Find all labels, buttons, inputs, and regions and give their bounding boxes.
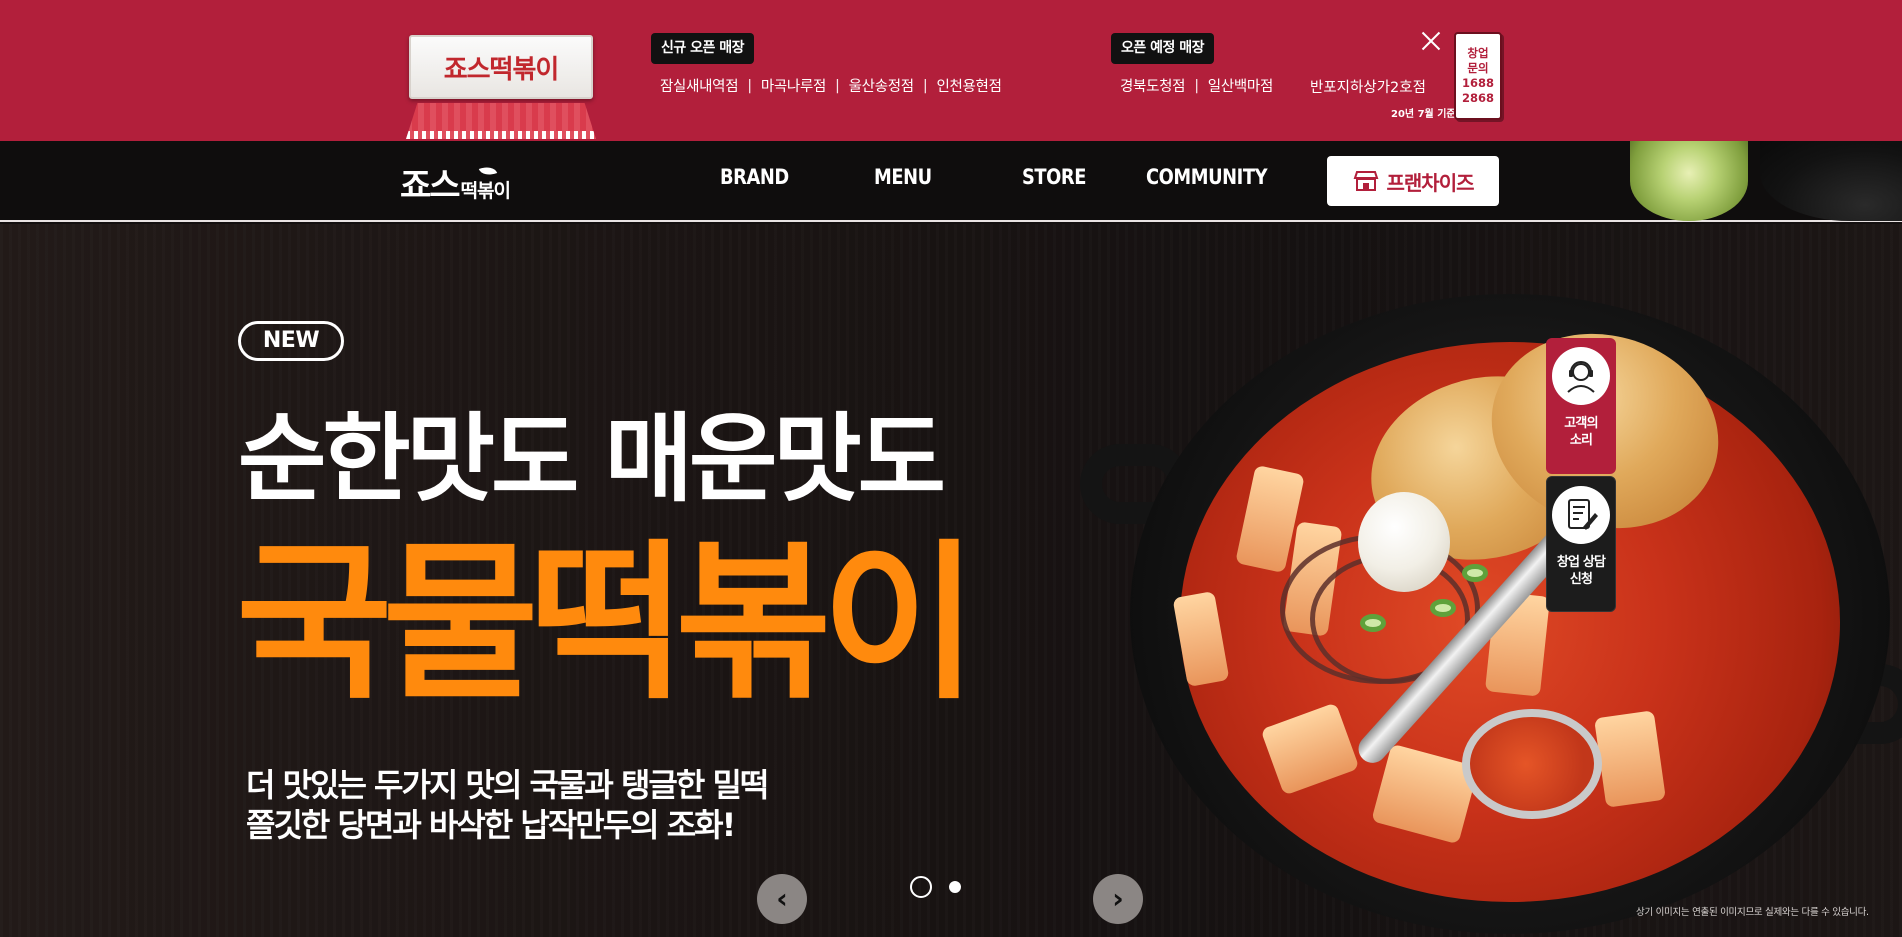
new-store-link[interactable]: 마곡나루점 [761,75,827,96]
new-store-link[interactable]: 잠실새내역점 [660,75,739,96]
date-note: 20년 7월 기준 [1391,109,1456,120]
inquiry-line: 2868 [1461,91,1494,105]
upcoming-store-link[interactable]: 일산백마점 [1208,75,1274,96]
separator: | [835,77,840,94]
logo-sub-text: 떡볶이 [460,180,511,202]
nav-community[interactable]: COMMUNITY [1146,165,1268,189]
hero-banner: NEW 순한맛도 매운맛도 국물떡볶이 더 맛있는 두가지 맛의 국물과 탱글한… [0,224,1902,937]
hero-description-line2: 쫄깃한 당면과 바삭한 납작만두의 조화! [246,806,736,844]
upcoming-stores-list: 경북도청점 | 일산백마점 [1120,75,1273,96]
inquiry-line: 1688 [1461,76,1494,90]
rice-cake [1594,710,1666,808]
customer-voice-button[interactable]: 고객의 소리 [1546,338,1616,474]
logo-main-text: 죠스 [400,166,461,206]
chevron-right-icon: › [1112,882,1124,915]
green-onion [1360,614,1386,632]
slide-indicator-1[interactable] [910,876,932,898]
headset-icon [1552,347,1610,405]
spoon-bowl [1462,709,1602,819]
new-store-link[interactable]: 인천용현점 [936,75,1002,96]
extra-store-link[interactable]: 반포지하상가2호점 [1310,76,1426,97]
separator: | [1194,77,1199,94]
nav-store[interactable]: STORE [1022,165,1086,189]
tteokbokki-dish-image [1070,294,1902,934]
separator: | [747,77,752,94]
brand-logo[interactable]: 죠스 떡볶이 [400,158,511,207]
pot-image [1760,141,1902,221]
hero-headline: 순한맛도 매운맛도 [238,403,946,515]
slider-next-button[interactable]: › [1093,874,1143,924]
slider-prev-button[interactable]: ‹ [757,874,807,924]
slide-indicator-2[interactable] [949,881,961,893]
green-onion [1462,564,1488,582]
store-sign-text: 죠스떡볶이 [443,55,560,85]
customer-voice-label: 고객의 소리 [1564,415,1598,449]
separator: | [922,77,928,94]
franchise-inquiry-card[interactable]: 창업 문의 1688 2868 [1454,32,1502,120]
chevron-left-icon: ‹ [776,882,788,915]
store-front-image: 죠스떡볶이 [406,35,596,139]
inquiry-line: 창업 [1467,46,1489,60]
new-store-link[interactable]: 울산송정점 [849,75,915,96]
upcoming-store-link[interactable]: 경북도청점 [1120,75,1186,96]
new-stores-tag: 신규 오픈 매장 [651,33,755,64]
label-line: 신청 [1569,572,1593,587]
new-badge: NEW [238,321,344,361]
cabbage-image [1630,141,1748,221]
label-line: 소리 [1569,433,1593,448]
franchise-consult-label: 창업 상담 신청 [1556,554,1606,588]
store-icon [1353,171,1378,191]
franchise-button[interactable]: 프랜차이즈 [1327,156,1499,206]
new-stores-list: 잠실새내역점 | 마곡나루점 | 울산송정점 | 인천용현점 [660,75,1002,96]
boiled-egg [1358,492,1450,592]
label-line: 창업 상담 [1556,555,1606,570]
upcoming-stores-tag: 오픈 예정 매장 [1111,33,1215,64]
nav-menu[interactable]: MENU [874,165,932,189]
inquiry-line: 문의 [1467,61,1489,75]
main-navigation: 죠스 떡볶이 BRAND MENU STORE COMMUNITY 프랜차이즈 [0,141,1902,222]
top-promo-bar: 죠스떡볶이 신규 오픈 매장 잠실새내역점 | 마곡나루점 | 울산송정점 | … [0,0,1902,141]
logo-leaf-icon [478,163,498,179]
franchise-consult-button[interactable]: 창업 상담 신청 [1546,476,1616,612]
store-awning [406,103,596,139]
image-disclaimer: 상기 이미지는 연출된 이미지므로 실제와는 다를 수 있습니다. [1636,907,1869,918]
label-line: 고객의 [1564,416,1598,431]
store-sign: 죠스떡볶이 [409,35,593,99]
hero-title: 국물떡볶이 [236,525,978,723]
close-icon[interactable] [1418,28,1444,54]
document-edit-icon [1552,486,1610,544]
nav-brand[interactable]: BRAND [720,165,789,189]
franchise-label: 프랜차이즈 [1386,170,1475,195]
green-onion [1430,599,1456,617]
